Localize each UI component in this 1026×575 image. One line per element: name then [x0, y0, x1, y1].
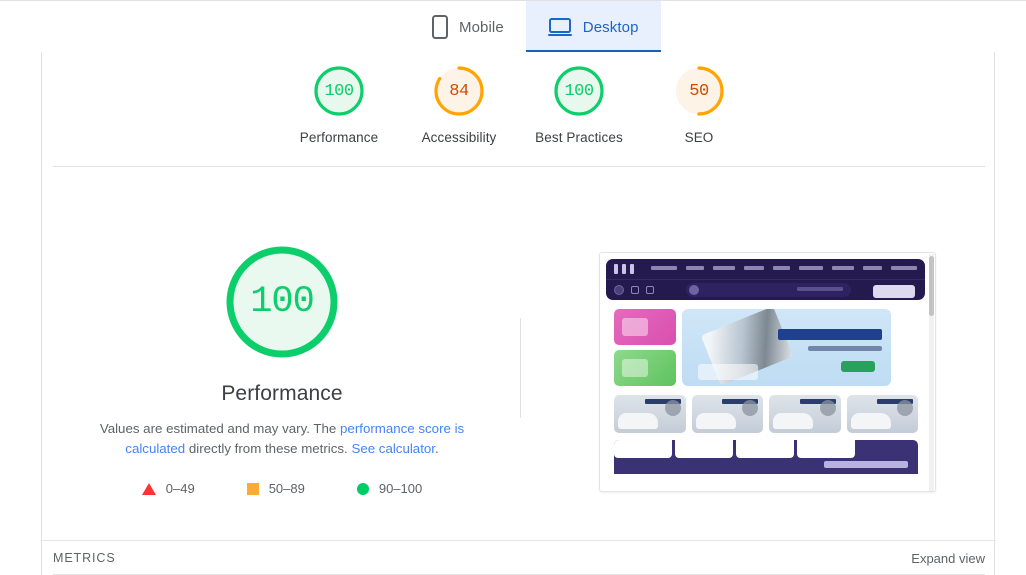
site-footer-section — [614, 440, 918, 474]
square-icon — [246, 482, 259, 495]
screenshot-content — [600, 253, 931, 491]
gauge-performance-small-value: 100 — [324, 81, 354, 101]
performance-description-period: . — [434, 441, 439, 456]
gauge-accessibility-small-value: 84 — [449, 81, 469, 101]
category-tile — [846, 395, 918, 433]
site-search-bar — [686, 283, 851, 297]
circle-icon — [356, 482, 369, 495]
category-tile — [769, 395, 841, 433]
metrics-label: METRICS — [53, 551, 116, 565]
thumbnail-scrollbar-thumb[interactable] — [929, 256, 934, 316]
see-calculator-link[interactable]: See calculator — [351, 441, 435, 456]
performance-description: Values are estimated and may vary. The p… — [82, 419, 482, 459]
hero-cta-button — [841, 361, 875, 372]
thumbnail-scrollbar[interactable] — [929, 254, 934, 491]
summary-divider — [53, 166, 985, 167]
site-promo-tile-1 — [614, 309, 676, 345]
hero-headline — [778, 329, 882, 340]
tab-mobile[interactable]: Mobile — [410, 1, 526, 53]
category-score-summary: 100 Performance 84 Accessibility 100 Bes… — [42, 52, 996, 166]
performance-detail-block: 100 Performance Values are estimated and… — [42, 242, 522, 496]
performance-title: Performance — [221, 382, 343, 405]
site-account-icons — [614, 285, 654, 295]
summary-item-performance[interactable]: 100 Performance — [279, 64, 399, 145]
tab-mobile-label: Mobile — [459, 18, 504, 36]
device-tabs: Mobile Desktop — [410, 1, 661, 53]
tab-desktop[interactable]: Desktop — [525, 1, 661, 53]
footer-heading — [824, 461, 908, 468]
summary-label-performance: Performance — [299, 130, 379, 145]
legend-label-pass: 90–100 — [378, 481, 423, 496]
legend-item-fail[interactable]: 0–49 — [141, 481, 195, 496]
tab-desktop-label: Desktop — [582, 18, 639, 36]
desktop-icon — [547, 17, 572, 37]
site-menu-links — [651, 266, 917, 270]
summary-item-seo[interactable]: 50 SEO — [639, 64, 759, 145]
device-tab-bar: Mobile Desktop — [0, 0, 1026, 53]
site-social-icons — [614, 264, 634, 274]
final-screenshot-thumbnail[interactable] — [599, 252, 936, 492]
legend-label-fail: 0–49 — [165, 481, 195, 496]
legend-item-pass[interactable]: 90–100 — [356, 481, 423, 496]
legend-label-average: 50–89 — [268, 481, 305, 496]
site-hero-banner — [682, 309, 891, 386]
triangle-icon — [141, 482, 156, 495]
site-promo-tile-2 — [614, 350, 676, 386]
hero-brand-logo — [698, 364, 758, 380]
gauge-seo-small: 50 — [672, 64, 726, 118]
gauge-performance-large: 100 — [222, 242, 342, 362]
gauge-performance-small: 100 — [312, 64, 366, 118]
legend-item-average[interactable]: 50–89 — [246, 481, 305, 496]
performance-description-text-2: directly from these metrics. — [188, 441, 348, 456]
summary-label-accessibility: Accessibility — [421, 130, 497, 145]
footer-tab-row — [614, 440, 855, 458]
content-vertical-divider — [520, 318, 521, 418]
site-navbar — [606, 259, 925, 300]
mobile-icon — [432, 15, 448, 39]
category-tile — [691, 395, 763, 433]
metrics-section-header: METRICS Expand view — [42, 540, 996, 575]
gauge-performance-large-value: 100 — [250, 281, 315, 323]
summary-item-accessibility[interactable]: 84 Accessibility — [399, 64, 519, 145]
summary-label-best-practices: Best Practices — [535, 130, 623, 145]
expand-view-button[interactable]: Expand view — [911, 551, 985, 566]
category-tile — [614, 395, 686, 433]
gauge-seo-small-value: 50 — [689, 81, 709, 101]
hero-subheadline — [808, 346, 882, 351]
summary-item-best-practices[interactable]: 100 Best Practices — [519, 64, 639, 145]
site-category-tiles — [614, 395, 918, 433]
report-card: 100 Performance 84 Accessibility 100 Bes… — [41, 52, 996, 575]
score-legend: 0–49 50–89 90–100 — [141, 481, 423, 496]
gauge-best-practices-small: 100 — [552, 64, 606, 118]
performance-description-text-1: Values are estimated and may vary. The — [99, 421, 337, 436]
site-logo — [873, 285, 915, 298]
summary-label-seo: SEO — [684, 130, 714, 145]
gauge-best-practices-small-value: 100 — [564, 81, 594, 101]
gauge-accessibility-small: 84 — [432, 64, 486, 118]
